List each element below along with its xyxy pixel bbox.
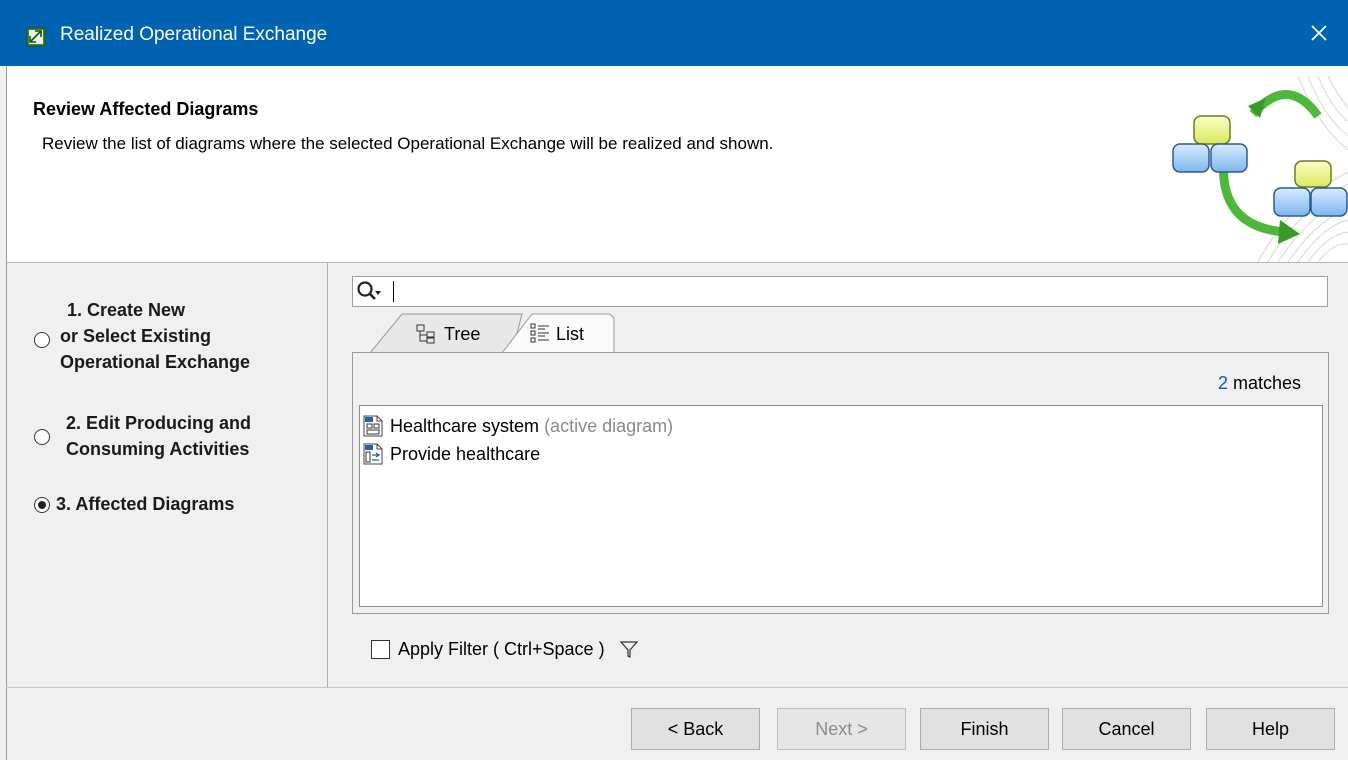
list-item[interactable]: Healthcare system (active diagram) <box>362 412 673 440</box>
step-1-radio[interactable] <box>34 332 50 348</box>
match-count-suffix: matches <box>1227 373 1301 393</box>
step-1-line-3: Operational Exchange <box>60 352 251 372</box>
exchange-banner-icon <box>1172 76 1348 262</box>
wizard-steps: 1. Create New or Select Existing Operati… <box>6 263 327 687</box>
search-icon[interactable] <box>356 280 382 304</box>
filter-icon[interactable] <box>619 639 639 659</box>
step-2-line-2: Consuming Activities <box>66 439 250 459</box>
view-tabs: Tree List <box>352 312 1332 354</box>
list-item-name: Provide healthcare <box>390 443 541 464</box>
activity-diagram-icon <box>363 443 383 465</box>
title-bar: Realized Operational Exchange <box>0 0 1348 66</box>
apply-filter[interactable]: Apply Filter ( Ctrl+Space ) <box>371 637 639 661</box>
step-2-line-1: 2. Edit Producing and <box>66 413 252 433</box>
app-icon <box>26 27 46 47</box>
diagram-icon <box>363 415 383 437</box>
wizard-header: Review Affected Diagrams Review the list… <box>6 66 1348 263</box>
tab-tree[interactable]: Tree <box>416 312 506 353</box>
cancel-button[interactable]: Cancel <box>1062 708 1191 750</box>
footer-divider <box>6 687 1348 688</box>
list-item[interactable]: Provide healthcare <box>362 440 540 468</box>
apply-filter-label: Apply Filter ( Ctrl+Space ) <box>398 638 605 659</box>
tab-list-label: List <box>556 324 585 344</box>
page-description: Review the list of diagrams where the se… <box>42 134 774 153</box>
search-input[interactable] <box>352 276 1328 307</box>
steps-divider <box>327 263 328 687</box>
list-item-name: Healthcare system <box>390 415 540 436</box>
step-1-line-1: 1. Create New <box>67 300 186 320</box>
results-panel: 2 matches Healthcare system (active diag… <box>352 352 1329 614</box>
results-list[interactable]: Healthcare system (active diagram) Provi… <box>359 405 1323 607</box>
finish-button[interactable]: Finish <box>920 708 1049 750</box>
step-3-radio[interactable] <box>34 497 50 513</box>
list-icon <box>530 323 549 343</box>
help-button[interactable]: Help <box>1206 708 1335 750</box>
list-item-note: (active diagram) <box>544 415 674 436</box>
window-title: Realized Operational Exchange <box>60 24 328 45</box>
tab-tree-label: Tree <box>444 324 481 344</box>
match-count-number: 2 <box>1217 373 1228 393</box>
text-cursor <box>393 281 394 302</box>
step-2-radio[interactable] <box>34 429 50 445</box>
apply-filter-checkbox[interactable] <box>371 639 390 659</box>
step-3-line-1: 3. Affected Diagrams <box>56 494 235 514</box>
next-button[interactable]: Next > <box>777 708 906 750</box>
step-1-line-2: or Select Existing <box>60 326 212 346</box>
tree-icon <box>416 324 435 344</box>
back-button[interactable]: < Back <box>631 708 760 750</box>
close-icon[interactable] <box>1304 18 1334 48</box>
tab-list[interactable]: List <box>530 312 610 353</box>
match-count: 2 matches <box>1218 373 1301 394</box>
page-title: Review Affected Diagrams <box>33 99 259 119</box>
